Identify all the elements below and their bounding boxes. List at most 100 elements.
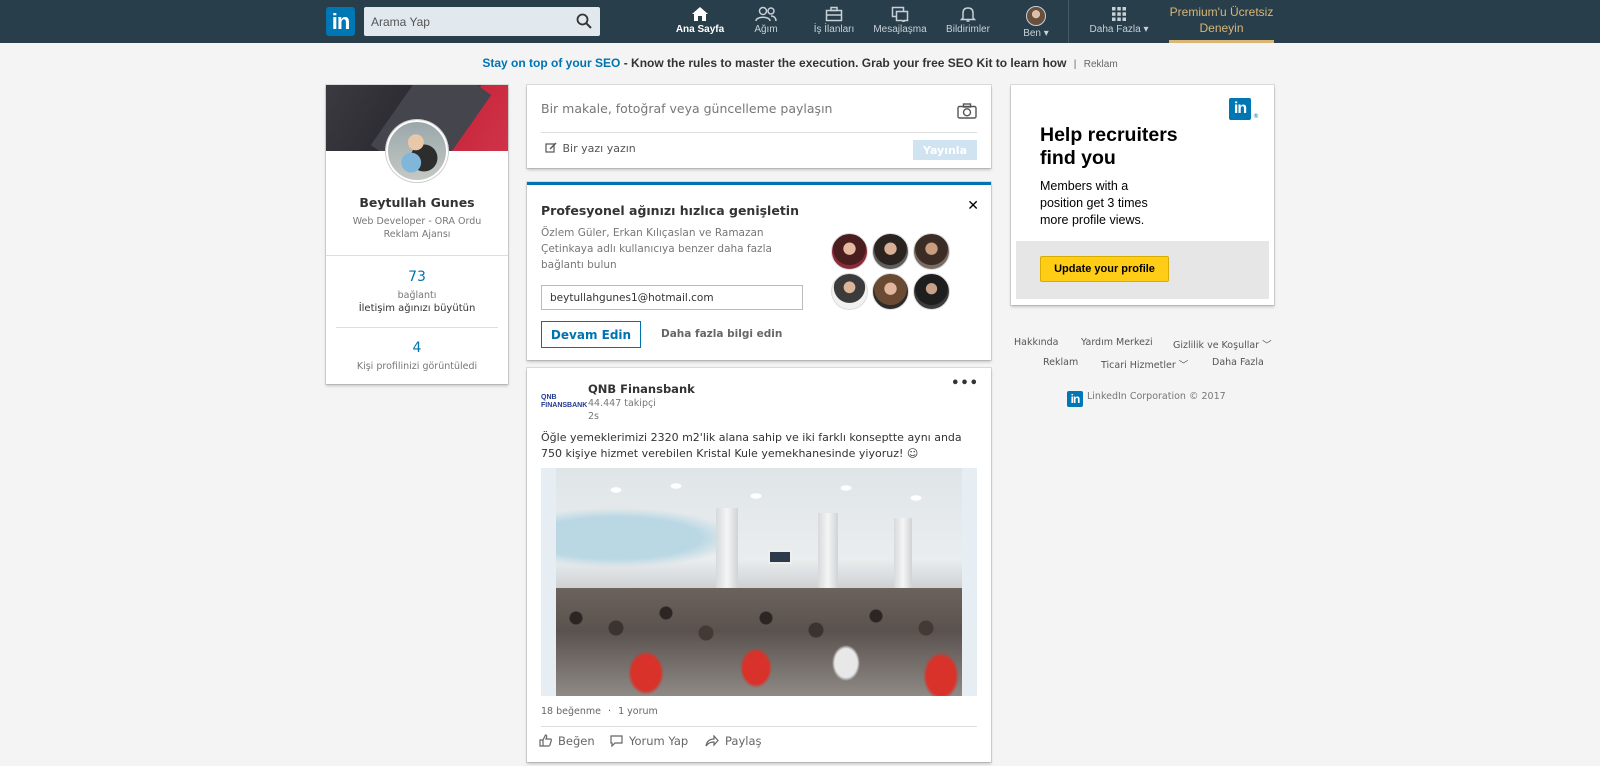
premium-line1: Premium'u Ücretsiz bbox=[1169, 5, 1274, 19]
close-icon[interactable]: ✕ bbox=[967, 198, 979, 214]
divider bbox=[541, 132, 977, 133]
home-icon bbox=[692, 7, 708, 21]
suggested-person-avatar[interactable] bbox=[831, 273, 868, 310]
footer-link-help[interactable]: Yardım Merkezi bbox=[1081, 337, 1153, 348]
nav-messaging-label: Mesajlaşma bbox=[873, 24, 927, 35]
ad-highlight: Stay on top of your SEO bbox=[482, 56, 621, 70]
more-options-icon[interactable]: ••• bbox=[951, 376, 979, 391]
share-button[interactable]: Paylaş bbox=[705, 734, 762, 748]
share-arrow-icon bbox=[705, 734, 719, 747]
share-label: Paylaş bbox=[725, 734, 762, 748]
search-box bbox=[364, 7, 600, 36]
messaging-icon bbox=[891, 6, 909, 22]
registered-mark: ® bbox=[1253, 113, 1259, 120]
write-article-link[interactable]: Bir yazı yazın bbox=[545, 142, 636, 155]
camera-icon[interactable] bbox=[957, 103, 977, 119]
footer-link-about[interactable]: Hakkında bbox=[1014, 337, 1058, 348]
profile-card: Beytullah Gunes Web Developer - ORA Ordu… bbox=[326, 85, 508, 384]
connections-count[interactable]: 73 bbox=[326, 269, 508, 285]
photo-screen bbox=[768, 550, 792, 564]
footer-link-ads[interactable]: Reklam bbox=[1043, 357, 1078, 368]
recruiter-ad-card[interactable]: in ® Help recruiters find you Members wi… bbox=[1011, 85, 1274, 305]
nav-more[interactable]: Daha Fazla ▾ bbox=[1084, 6, 1154, 40]
footer-link-privacy[interactable]: Gizlilik ve Koşullar ﹀ bbox=[1173, 337, 1272, 351]
post-time: 2s bbox=[588, 411, 599, 422]
learn-more-link[interactable]: Daha fazla bilgi edin bbox=[661, 328, 782, 340]
post-image[interactable] bbox=[541, 468, 977, 696]
ad-separator: | bbox=[1073, 59, 1077, 70]
footer-copyright: in LinkedIn Corporation © 2017 bbox=[1067, 391, 1226, 407]
photo-crowd bbox=[556, 588, 962, 696]
grow-network-description: Özlem Güler, Erkan Kılıçaslan ve Ramazan… bbox=[541, 227, 772, 271]
suggested-person-avatar[interactable] bbox=[913, 233, 950, 270]
footer-link-business[interactable]: Ticari Hizmetler ﹀ bbox=[1101, 357, 1188, 371]
avatar bbox=[1026, 6, 1046, 26]
linkedin-logo: in bbox=[1229, 98, 1251, 120]
suggested-person-avatar[interactable] bbox=[872, 273, 909, 310]
nav-me[interactable]: Ben ▾ bbox=[1016, 6, 1056, 40]
grow-network-link[interactable]: İletişim ağınızı büyütün bbox=[326, 303, 508, 314]
profile-name[interactable]: Beytullah Gunes bbox=[326, 195, 508, 210]
post-stats[interactable]: 18 beğenme · 1 yorum bbox=[541, 706, 658, 717]
company-logo[interactable]: QNB FINANSBANK bbox=[541, 394, 587, 410]
profile-views-label: Kişi profilinizi görüntüledi bbox=[356, 361, 478, 372]
nav-network[interactable]: Ağım bbox=[742, 6, 790, 40]
post-text: Öğle yemeklerimizi 2320 m2'lik alana sah… bbox=[541, 431, 962, 460]
linkedin-logo[interactable]: in bbox=[326, 7, 355, 36]
nav-jobs[interactable]: İş İlanları bbox=[806, 6, 862, 40]
comment-label: Yorum Yap bbox=[629, 734, 689, 748]
write-article-label: Bir yazı yazın bbox=[562, 142, 636, 155]
ad-body: Members with a position get 3 times more… bbox=[1040, 179, 1148, 227]
continue-button[interactable]: Devam Edin bbox=[541, 321, 641, 348]
follower-count: 44.447 takipçi bbox=[588, 398, 656, 409]
like-button[interactable]: Beğen bbox=[539, 734, 595, 748]
divider bbox=[336, 327, 498, 328]
copyright-text: LinkedIn Corporation © 2017 bbox=[1087, 391, 1226, 402]
grow-network-title: Profesyonel ağınızı hızlıca genişletin bbox=[541, 203, 799, 218]
publish-button[interactable]: Yayınla bbox=[913, 140, 977, 160]
comment-icon bbox=[610, 735, 623, 748]
stats-dot: · bbox=[608, 706, 612, 717]
nav-home[interactable]: Ana Sayfa bbox=[672, 6, 728, 40]
email-field[interactable] bbox=[541, 285, 803, 310]
nav-divider bbox=[1068, 0, 1069, 43]
suggested-person-avatar[interactable] bbox=[913, 273, 950, 310]
divider bbox=[326, 255, 508, 256]
network-icon bbox=[755, 6, 777, 22]
update-profile-button[interactable]: Update your profile bbox=[1040, 256, 1169, 282]
nav-notifications[interactable]: Bildirimler bbox=[940, 6, 996, 40]
search-icon[interactable] bbox=[576, 13, 592, 29]
bell-icon bbox=[960, 7, 976, 22]
pencil-icon bbox=[545, 142, 557, 153]
premium-line2: Deneyin bbox=[1199, 21, 1244, 35]
ad-text: - Know the rules to master the execution… bbox=[620, 56, 1067, 70]
nav-more-label: Daha Fazla ▾ bbox=[1089, 24, 1149, 35]
ad-tag: Reklam bbox=[1083, 59, 1118, 70]
share-input[interactable]: Bir makale, fotoğraf veya güncelleme pay… bbox=[541, 101, 832, 116]
comment-count[interactable]: 1 yorum bbox=[618, 706, 658, 717]
company-name[interactable]: QNB Finansbank bbox=[588, 382, 695, 396]
ad-headline: Help recruiters find you bbox=[1040, 124, 1178, 169]
nav-network-label: Ağım bbox=[754, 24, 778, 35]
nav-jobs-label: İş İlanları bbox=[813, 24, 855, 35]
share-box: Bir makale, fotoğraf veya güncelleme pay… bbox=[527, 85, 991, 168]
feed-post: QNB FINANSBANK QNB Finansbank 44.447 tak… bbox=[527, 368, 991, 762]
top-navigation: in Ana Sayfa Ağım İş İlanları Mesajlaşma… bbox=[0, 0, 1600, 43]
suggested-person-avatar[interactable] bbox=[872, 233, 909, 270]
ad-button-area: Update your profile bbox=[1016, 241, 1269, 299]
nav-home-label: Ana Sayfa bbox=[675, 24, 725, 35]
nav-me-label: Ben ▾ bbox=[1023, 28, 1049, 39]
comment-button[interactable]: Yorum Yap bbox=[610, 734, 688, 748]
cafeteria-photo bbox=[556, 468, 962, 696]
connections-label: bağlantı bbox=[397, 290, 437, 301]
profile-photo[interactable] bbox=[386, 120, 448, 182]
suggested-person-avatar[interactable] bbox=[831, 233, 868, 270]
top-ad-banner[interactable]: Stay on top of your SEO - Know the rules… bbox=[0, 56, 1600, 70]
profile-views-count[interactable]: 4 bbox=[326, 340, 508, 356]
nav-messaging[interactable]: Mesajlaşma bbox=[870, 6, 930, 40]
premium-trial-link[interactable]: Premium'u Ücretsiz Deneyin bbox=[1169, 4, 1274, 43]
like-count[interactable]: 18 beğenme bbox=[541, 706, 601, 717]
search-input[interactable] bbox=[364, 7, 564, 36]
footer-link-more[interactable]: Daha Fazla bbox=[1212, 357, 1264, 368]
like-label: Beğen bbox=[558, 734, 595, 748]
